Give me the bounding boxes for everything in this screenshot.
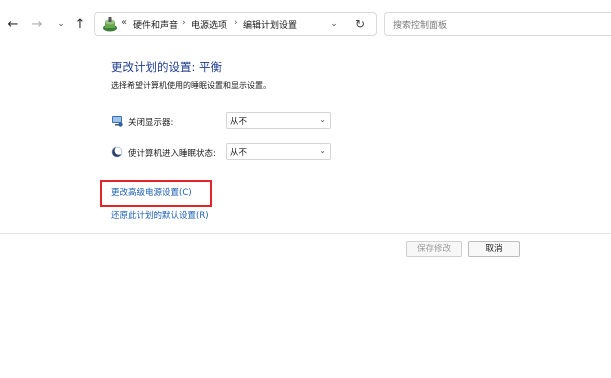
address-overflow-chevrons[interactable]: « [121, 17, 127, 28]
sleep-select[interactable]: 从不 ⌄ [226, 143, 331, 160]
breadcrumb-power-options[interactable]: 电源选项 [191, 18, 227, 31]
search-placeholder: 搜索控制面板 [393, 21, 448, 31]
page-subtitle: 选择希望计算机使用的睡眠设置和显示设置。 [111, 81, 271, 90]
display-off-label: 关闭显示器: [128, 118, 174, 128]
page-title: 更改计划的设置: 平衡 [111, 60, 223, 74]
display-off-select[interactable]: 从不 ⌄ [226, 112, 331, 129]
forward-arrow-icon[interactable]: → [27, 13, 47, 35]
power-options-icon [103, 17, 117, 32]
chevron-down-icon: ⌄ [319, 115, 326, 124]
breadcrumb-hardware-sound[interactable]: 硬件和声音 [133, 18, 178, 31]
monitor-icon [112, 116, 123, 127]
address-bar[interactable]: « 硬件和声音 › 电源选项 › 编辑计划设置 ⌄ ↻ [94, 12, 377, 36]
refresh-icon[interactable]: ↻ [352, 16, 368, 32]
address-dropdown-chevron-icon[interactable]: ⌄ [327, 16, 341, 32]
recent-locations-chevron-icon[interactable]: ⌄ [51, 13, 71, 35]
back-arrow-icon[interactable]: ← [3, 13, 23, 35]
display-off-value: 从不 [230, 117, 248, 127]
search-input[interactable]: 搜索控制面板 [384, 12, 611, 36]
change-advanced-power-settings-link[interactable]: 更改高级电源设置(C) [111, 186, 192, 198]
sleep-label: 使计算机进入睡眠状态: [128, 149, 216, 159]
breadcrumb-separator[interactable]: › [234, 18, 238, 28]
chevron-down-icon: ⌄ [319, 146, 326, 155]
breadcrumb-edit-plan-settings[interactable]: 编辑计划设置 [243, 18, 297, 31]
save-changes-button[interactable]: 保存修改 [406, 241, 462, 257]
up-arrow-icon[interactable]: ↑ [70, 13, 90, 35]
cancel-button[interactable]: 取消 [468, 241, 520, 257]
sleep-value: 从不 [230, 148, 248, 158]
breadcrumb-separator[interactable]: › [182, 18, 186, 28]
divider [0, 233, 611, 234]
navigation-bar: ← → ⌄ ↑ « 硬件和声音 › 电源选项 › 编辑计划设置 ⌄ ↻ 搜索控制… [0, 0, 611, 48]
restore-default-settings-link[interactable]: 还原此计划的默认设置(R) [111, 209, 209, 221]
moon-icon [111, 146, 123, 158]
